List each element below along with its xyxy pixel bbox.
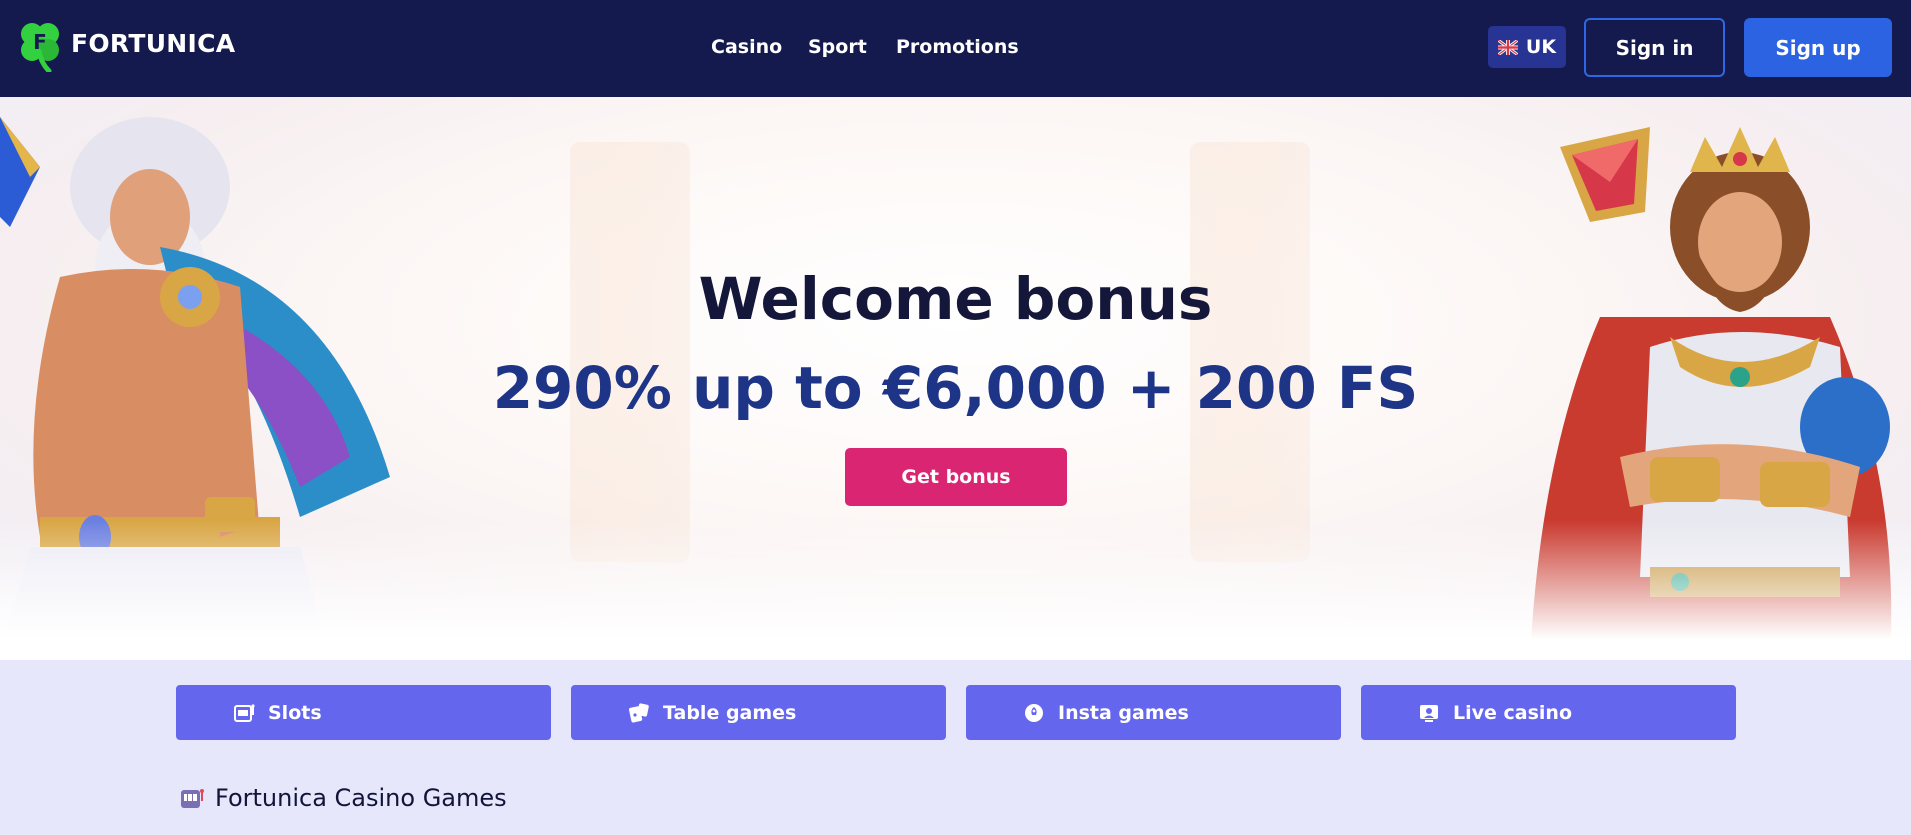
- section-title: Fortunica Casino Games: [215, 784, 507, 812]
- hero-banner: Welcome bonus 290% up to €6,000 + 200 FS…: [0, 97, 1911, 660]
- hero-fade: [0, 520, 1911, 660]
- nav-sport[interactable]: Sport: [808, 36, 867, 58]
- sign-up-button[interactable]: Sign up: [1744, 18, 1892, 77]
- category-label: Slots: [268, 701, 322, 724]
- category-label: Insta games: [1058, 701, 1189, 724]
- sign-in-button[interactable]: Sign in: [1584, 18, 1725, 77]
- hero-offer: 290% up to €6,000 + 200 FS: [492, 354, 1419, 422]
- category-live-casino[interactable]: Live casino: [1361, 685, 1736, 740]
- category-table-games[interactable]: Table games: [571, 685, 946, 740]
- category-label: Table games: [663, 701, 797, 724]
- language-selector[interactable]: UK: [1488, 26, 1566, 68]
- slot-machine-icon: [234, 703, 255, 722]
- category-label: Live casino: [1453, 701, 1572, 724]
- uk-flag-icon: [1497, 39, 1518, 55]
- section-heading: Fortunica Casino Games: [179, 784, 507, 812]
- get-bonus-button[interactable]: Get bonus: [845, 448, 1067, 506]
- slot-machine-icon: [181, 789, 204, 808]
- category-slots[interactable]: Slots: [176, 685, 551, 740]
- nav-promotions[interactable]: Promotions: [896, 36, 1019, 58]
- background-column: [1190, 142, 1310, 562]
- cards-icon: [629, 702, 649, 722]
- nav-casino[interactable]: Casino: [711, 36, 782, 58]
- rocket-icon: [1025, 703, 1043, 722]
- background-column: [570, 142, 690, 562]
- language-code: UK: [1525, 36, 1557, 58]
- category-insta-games[interactable]: Insta games: [966, 685, 1341, 740]
- site-header: F FORTUNICA Casino Sport Promotions UK S…: [0, 0, 1911, 97]
- hero-title: Welcome bonus: [698, 265, 1213, 333]
- live-dealer-icon: [1420, 704, 1438, 722]
